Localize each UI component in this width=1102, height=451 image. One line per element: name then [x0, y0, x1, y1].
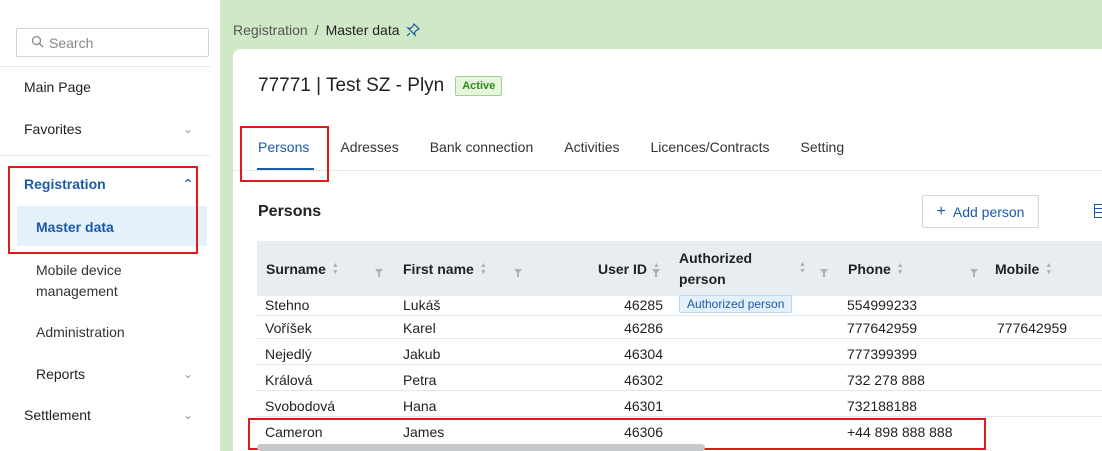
- column-header-phone[interactable]: Phone ▲ ▼: [848, 261, 904, 277]
- sidebar-item-label: Settlement: [24, 407, 91, 423]
- tabs-divider: [233, 170, 1102, 171]
- cell-phone: 732 278 888: [847, 372, 925, 388]
- tab-adresses[interactable]: Adresses: [340, 139, 398, 155]
- add-person-button[interactable]: + Add person: [922, 195, 1039, 228]
- cell-first-name: Karel: [403, 320, 436, 336]
- table-row[interactable]: Voříšek Karel 46286 777642959 777642959: [257, 317, 1102, 339]
- horizontal-scrollbar[interactable]: [257, 444, 705, 451]
- column-label: Phone: [848, 261, 891, 277]
- sidebar-item-favorites[interactable]: Favorites ⌄: [24, 121, 194, 137]
- sort-icon[interactable]: ▲▼: [799, 261, 806, 275]
- table-settings-icon[interactable]: [1094, 204, 1102, 221]
- sidebar: Search Main Page Favorites ⌄ Registratio…: [0, 0, 220, 451]
- cell-first-name: Hana: [403, 398, 437, 414]
- sort-icon[interactable]: ▲▼: [1045, 262, 1052, 276]
- cell-first-name: Petra: [403, 372, 437, 388]
- cell-phone: 554999233: [847, 297, 918, 313]
- section-title: Persons: [258, 203, 322, 220]
- sidebar-item-settlement[interactable]: Settlement ⌄: [24, 407, 194, 423]
- table-row[interactable]: Nejedlý Jakub 46304 777399399: [257, 343, 1102, 365]
- authorized-person-chip: Authorized person: [679, 295, 793, 313]
- cell-surname: Nejedlý: [265, 346, 312, 362]
- tab-licences-contracts[interactable]: Licences/Contracts: [650, 139, 769, 155]
- cell-mobile: 777642959: [997, 320, 1068, 336]
- column-label: User ID: [598, 261, 648, 277]
- column-label: Surname: [266, 261, 326, 277]
- cell-user-id: 46286: [624, 320, 663, 336]
- column-header-mobile[interactable]: Mobile ▲ ▼: [995, 261, 1052, 277]
- authorized-sort[interactable]: ▲ ▼: [793, 261, 806, 275]
- cell-phone: 732188188: [847, 398, 918, 414]
- search-placeholder: Search: [49, 34, 94, 51]
- cell-user-id: 46302: [624, 372, 663, 388]
- column-label: Authorized person: [679, 250, 753, 287]
- breadcrumb: Registration / Master data: [233, 22, 420, 38]
- column-header-authorized-person[interactable]: Authorized person: [679, 248, 769, 290]
- sidebar-item-label: Main Page: [24, 79, 91, 95]
- cell-phone: 777642959: [847, 320, 918, 336]
- page-title: 77771 | Test SZ - Plyn Active: [258, 75, 503, 97]
- filter-icon[interactable]: [514, 264, 522, 280]
- column-label: Mobile: [995, 261, 1040, 277]
- divider: [0, 66, 210, 67]
- chevron-down-icon: ⌄: [182, 408, 194, 422]
- sort-icon[interactable]: ▲▼: [332, 262, 339, 276]
- pin-icon[interactable]: [405, 23, 420, 37]
- sort-icon[interactable]: ▲▼: [480, 262, 487, 276]
- sidebar-item-reports[interactable]: Reports ⌄: [36, 366, 194, 382]
- breadcrumb-separator: /: [314, 22, 319, 38]
- sidebar-item-label: Favorites: [24, 121, 82, 137]
- highlight-box-persons-tab: [240, 126, 329, 182]
- cell-surname: Voříšek: [265, 320, 312, 336]
- cell-user-id: 46285: [624, 297, 663, 313]
- sidebar-item-label: Administration: [36, 324, 125, 340]
- add-person-label: Add person: [952, 203, 1025, 220]
- filter-icon[interactable]: [375, 264, 383, 280]
- status-badge: Active: [455, 76, 503, 96]
- breadcrumb-parent[interactable]: Registration: [233, 22, 308, 38]
- sidebar-item-label: Reports: [36, 366, 86, 382]
- cell-first-name: Lukáš: [403, 297, 441, 313]
- search-input[interactable]: Search: [16, 28, 209, 57]
- sidebar-item-main-page[interactable]: Main Page: [24, 79, 194, 95]
- chevron-down-icon: ⌄: [182, 367, 194, 381]
- cell-first-name: Jakub: [403, 346, 441, 362]
- column-header-surname[interactable]: Surname ▲ ▼: [266, 261, 339, 277]
- tab-bar: Persons Adresses Bank connection Activit…: [258, 139, 875, 155]
- cell-user-id: 46301: [624, 398, 663, 414]
- divider: [0, 155, 210, 156]
- cell-surname: Svobodová: [265, 398, 336, 414]
- column-header-user-id[interactable]: User ID ▲▼: [598, 261, 660, 277]
- plus-icon: +: [936, 202, 946, 220]
- cell-surname: Králová: [265, 372, 313, 388]
- table-row[interactable]: Králová Petra 46302 732 278 888: [257, 369, 1102, 391]
- tab-setting[interactable]: Setting: [801, 139, 845, 155]
- tab-activities[interactable]: Activities: [564, 139, 619, 155]
- column-header-first-name[interactable]: First name ▲ ▼: [403, 261, 487, 277]
- column-label: First name: [403, 261, 474, 277]
- filter-icon[interactable]: [970, 264, 978, 280]
- table-row[interactable]: Stehno Lukáš 46285 Authorized person 554…: [257, 294, 1102, 316]
- page-title-text: 77771 | Test SZ - Plyn: [258, 75, 445, 96]
- cell-surname: Stehno: [265, 297, 310, 313]
- search-icon: [31, 35, 49, 51]
- table-row[interactable]: Svobodová Hana 46301 732188188: [257, 395, 1102, 417]
- sidebar-item-administration[interactable]: Administration: [36, 322, 125, 343]
- filter-icon[interactable]: [820, 264, 828, 280]
- filter-icon[interactable]: [652, 264, 660, 280]
- cell-phone: 777399399: [847, 346, 918, 362]
- highlight-box-registration: [8, 166, 198, 254]
- cell-user-id: 46304: [624, 346, 663, 362]
- breadcrumb-current: Master data: [325, 22, 400, 38]
- tab-bank-connection[interactable]: Bank connection: [430, 139, 534, 155]
- sidebar-item-label: Mobile device management: [36, 262, 122, 299]
- sidebar-item-mobile-device-management[interactable]: Mobile device management: [36, 260, 186, 302]
- chevron-down-icon: ⌄: [182, 122, 194, 136]
- sort-icon[interactable]: ▲▼: [897, 262, 904, 276]
